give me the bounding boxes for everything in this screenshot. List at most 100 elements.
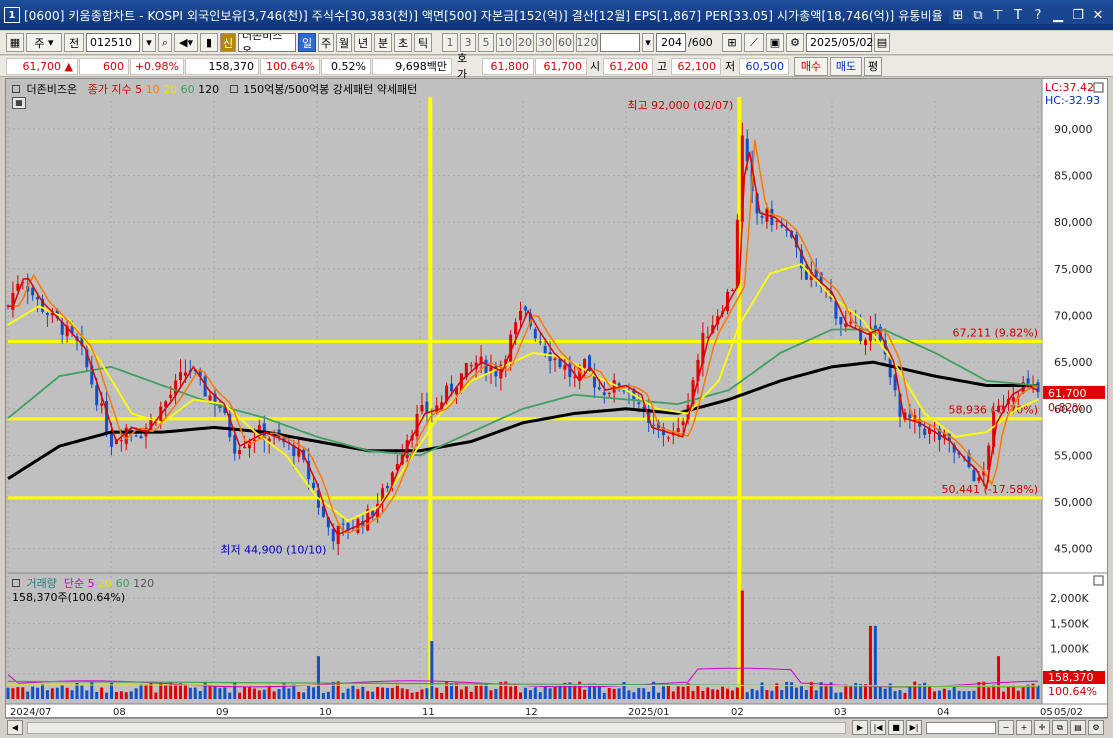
table-icon[interactable]: ▦ <box>12 97 26 109</box>
volume-bar <box>957 690 961 699</box>
sell-button[interactable]: 매도 <box>830 56 862 76</box>
bid-price: 61,700 <box>535 57 587 75</box>
collapse-icon[interactable] <box>12 85 20 93</box>
legend-stock-name: 더존비즈온 <box>26 83 78 96</box>
period-year[interactable]: 년 <box>354 33 372 52</box>
chart-canvas[interactable]: 45,00050,00055,00060,00065,00070,00075,0… <box>6 79 1107 717</box>
scroll-right-icon[interactable]: ▶ <box>852 720 868 735</box>
volume-collapse-icon[interactable] <box>12 579 20 587</box>
volume-bar <box>933 691 937 699</box>
config-icon[interactable]: ⚙ <box>1088 720 1104 735</box>
volume-bar <box>65 687 69 699</box>
calendar-icon[interactable]: ▤ <box>874 33 890 52</box>
code-dropdown-icon[interactable]: ▾ <box>142 33 156 52</box>
volume-bar <box>124 692 128 699</box>
custom-interval-input[interactable] <box>600 33 640 52</box>
candle-body <box>124 427 128 444</box>
volume-bar <box>780 689 784 699</box>
period-second[interactable]: 초 <box>394 33 412 52</box>
volume-bar <box>351 685 355 699</box>
chart-scrollbar[interactable]: ◀ ▶ |◀ ■ ▶| − + ✛ ⧉ ▤ ⚙ <box>5 718 1108 736</box>
candle-body <box>573 376 577 378</box>
date-input[interactable]: 2025/05/02 <box>806 33 873 52</box>
indicator-icon[interactable]: ⊞ <box>722 33 742 52</box>
volume-bar <box>297 691 301 699</box>
volume-bar <box>666 685 670 699</box>
interval-dropdown-icon[interactable]: ▾ <box>642 33 654 52</box>
interval-5[interactable]: 5 <box>478 33 494 52</box>
volume-bar <box>607 687 611 699</box>
save-icon[interactable]: ▣ <box>766 33 784 52</box>
draw-tool-icon[interactable]: ⟋ <box>744 33 764 52</box>
date-tick-label: 2024/07 <box>10 707 52 717</box>
tile-icon[interactable]: ⊞ <box>949 6 967 24</box>
interval-120[interactable]: 120 <box>576 33 598 52</box>
volume-icon[interactable]: ▮ <box>200 33 218 52</box>
interval-20[interactable]: 20 <box>516 33 534 52</box>
date-tick-label: 09 <box>216 707 229 717</box>
close-icon[interactable]: ✕ <box>1089 6 1107 24</box>
volume-bar <box>548 688 552 699</box>
volume-bar <box>361 686 365 699</box>
zoom-slider[interactable] <box>926 721 996 734</box>
prev-button[interactable]: 전 <box>64 33 84 52</box>
volume-bar <box>356 689 360 699</box>
code-type-select[interactable]: 주 ▾ <box>26 33 62 52</box>
interval-30[interactable]: 30 <box>536 33 554 52</box>
price-tick-label: 75,000 <box>1054 263 1093 276</box>
volume-bar <box>164 685 168 699</box>
search-icon[interactable]: ⌕ <box>158 33 172 52</box>
print-icon[interactable]: ▤ <box>1070 720 1086 735</box>
link-window-icon[interactable]: ⧉ <box>969 6 987 24</box>
maximize-icon[interactable]: ❐ <box>1069 6 1087 24</box>
eval-button[interactable]: 평 <box>864 56 882 76</box>
count-input[interactable]: 204 <box>656 33 686 52</box>
first-icon[interactable]: |◀ <box>870 720 886 735</box>
volume-bar <box>316 656 320 699</box>
volume-bar <box>464 686 468 699</box>
interval-1[interactable]: 1 <box>442 33 458 52</box>
stop-icon[interactable]: ■ <box>888 720 904 735</box>
crosshair-icon[interactable]: ✛ <box>1034 720 1050 735</box>
scroll-date-label: 05/02 <box>1054 707 1083 717</box>
candle-body <box>612 380 616 393</box>
scroll-left-icon[interactable]: ◀ <box>7 720 23 735</box>
volume-bar <box>612 688 616 699</box>
speaker-icon[interactable]: ◀▾ <box>174 33 198 52</box>
stock-name-field: 더존비즈온 <box>238 33 296 52</box>
grid-menu-icon[interactable]: ▦ <box>6 33 24 52</box>
volume-bar <box>95 691 99 699</box>
interval-10[interactable]: 10 <box>496 33 514 52</box>
candle-body <box>997 405 1001 412</box>
volume-bar <box>814 690 818 699</box>
volume-bar <box>519 692 523 699</box>
period-tick[interactable]: 틱 <box>414 33 432 52</box>
price-tick-label: 85,000 <box>1054 170 1093 183</box>
candle-body <box>760 215 764 218</box>
candle-body <box>484 359 488 375</box>
period-minute[interactable]: 분 <box>374 33 392 52</box>
volume-bar <box>282 683 286 699</box>
pin-icon[interactable]: ⊤ <box>989 6 1007 24</box>
settings-gear-icon[interactable]: ⚙ <box>786 33 804 52</box>
title-bar[interactable]: 1 [0600] 키움종합차트 - KOSPI 외국인보유[3,746(천)] … <box>0 0 1113 30</box>
candle-body <box>666 437 670 439</box>
minimize-icon[interactable]: ▁ <box>1049 6 1067 24</box>
period-week[interactable]: 주 <box>318 33 334 52</box>
period-month[interactable]: 월 <box>336 33 352 52</box>
buy-button[interactable]: 매수 <box>794 56 828 76</box>
candle-body <box>514 322 518 335</box>
interval-60[interactable]: 60 <box>556 33 574 52</box>
link-icon[interactable]: ⧉ <box>1052 720 1068 735</box>
chart-area[interactable]: 45,000 50,000 55,000 60,000 65,000 70,000 75,0… <box>5 78 1108 718</box>
text-icon[interactable]: T <box>1009 6 1027 24</box>
zoom-out-icon[interactable]: − <box>998 720 1014 735</box>
volume-bar <box>479 684 483 699</box>
last-icon[interactable]: ▶| <box>906 720 922 735</box>
period-day[interactable]: 일 <box>298 33 316 52</box>
stock-code-input[interactable]: 012510 <box>86 33 140 52</box>
help-icon[interactable]: ? <box>1029 6 1047 24</box>
pattern-toggle-icon[interactable] <box>229 85 238 93</box>
scroll-track[interactable] <box>27 721 846 734</box>
zoom-in-icon[interactable]: + <box>1016 720 1032 735</box>
